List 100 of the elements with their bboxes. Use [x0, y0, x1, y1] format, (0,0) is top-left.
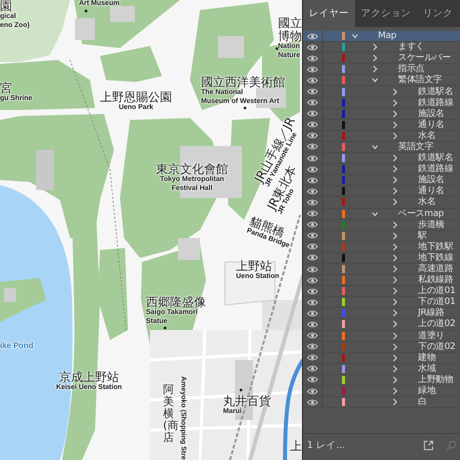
panel-tab[interactable]: アクション [355, 0, 417, 27]
chevron-icon[interactable] [391, 354, 399, 362]
chevron-icon[interactable] [391, 376, 399, 384]
layer-row[interactable]: 通り名 [303, 186, 460, 198]
eye-icon[interactable] [307, 143, 318, 150]
chevron-icon[interactable] [391, 187, 399, 196]
eye-icon[interactable] [307, 54, 318, 62]
eye-icon[interactable] [307, 398, 318, 406]
eye-icon[interactable] [307, 276, 318, 284]
layer-row[interactable]: 歩道橋 [303, 220, 460, 231]
chevron-icon[interactable] [391, 198, 399, 206]
layer-row[interactable]: 建物 [303, 352, 460, 364]
eye-icon[interactable] [307, 110, 318, 118]
eye-icon[interactable] [307, 343, 318, 350]
chevron-icon[interactable] [371, 76, 379, 84]
layer-row[interactable]: 上野動物 [303, 374, 460, 386]
eye-icon[interactable] [307, 99, 318, 106]
chevron-icon[interactable] [371, 54, 379, 62]
chevron-icon[interactable] [391, 120, 399, 129]
chevron-icon[interactable] [391, 110, 399, 118]
layer-row[interactable]: ますく [303, 42, 460, 54]
chevron-icon[interactable] [391, 165, 399, 174]
layer-row[interactable]: ベースmap [303, 208, 460, 220]
chevron-icon[interactable] [391, 387, 399, 396]
layer-row[interactable]: 道塗り [303, 330, 460, 342]
layer-row[interactable]: 施設名 [303, 108, 460, 120]
eye-icon[interactable] [307, 266, 318, 273]
layer-row[interactable]: 駅 [303, 230, 460, 242]
layer-row[interactable]: 高速道路 [303, 264, 460, 276]
layer-row[interactable]: 指示点 [303, 64, 460, 76]
layer-row[interactable]: 施設名 [303, 175, 460, 186]
layer-row[interactable]: 水名 [303, 130, 460, 142]
eye-icon[interactable] [307, 32, 318, 40]
eye-icon[interactable] [307, 88, 318, 96]
chevron-icon[interactable] [391, 232, 399, 240]
chevron-icon[interactable] [391, 265, 399, 274]
chevron-icon[interactable] [391, 176, 399, 184]
layer-row[interactable]: 上の道01 [303, 286, 460, 298]
layer-row[interactable]: 水域 [303, 364, 460, 375]
eye-icon[interactable] [307, 210, 318, 218]
eye-icon[interactable] [307, 254, 318, 262]
eye-icon[interactable] [307, 221, 318, 228]
chevron-icon[interactable] [371, 142, 379, 151]
layer-row[interactable]: 地下鉄線 [303, 252, 460, 264]
eye-icon[interactable] [307, 76, 318, 84]
layer-row[interactable]: 鉄道駅名 [303, 153, 460, 164]
chevron-icon[interactable] [391, 88, 399, 96]
chevron-icon[interactable] [391, 298, 399, 306]
layer-row[interactable]: 鉄道路線 [303, 164, 460, 176]
eye-icon[interactable] [307, 132, 318, 140]
chevron-icon[interactable] [391, 154, 399, 162]
layer-row[interactable]: JR線路 [303, 308, 460, 320]
layer-row[interactable]: 上の道02 [303, 319, 460, 331]
panel-tab[interactable]: リンク [417, 0, 459, 27]
layer-row[interactable]: Map [303, 31, 460, 42]
layer-row[interactable]: 鉄道駅名 [303, 86, 460, 98]
eye-icon[interactable] [307, 243, 318, 250]
chevron-icon[interactable] [391, 332, 399, 340]
chevron-icon[interactable] [391, 254, 399, 262]
eye-icon[interactable] [307, 176, 318, 184]
chevron-icon[interactable] [351, 32, 359, 40]
chevron-icon[interactable] [391, 220, 399, 229]
layer-row[interactable]: 鉄道路線 [303, 98, 460, 109]
eye-icon[interactable] [307, 188, 318, 195]
eye-icon[interactable] [307, 166, 318, 173]
layer-row[interactable]: スケールバー [303, 53, 460, 64]
chevron-icon[interactable] [391, 242, 399, 251]
layer-row[interactable]: 下の道01 [303, 297, 460, 308]
layer-row[interactable]: 私鉄線路 [303, 275, 460, 286]
layer-row[interactable]: 水名 [303, 197, 460, 208]
chevron-icon[interactable] [391, 276, 399, 284]
eye-icon[interactable] [307, 310, 318, 317]
chevron-icon[interactable] [391, 364, 399, 373]
eye-icon[interactable] [307, 354, 318, 362]
chevron-icon[interactable] [371, 210, 379, 218]
chevron-icon[interactable] [391, 398, 399, 406]
eye-icon[interactable] [307, 198, 318, 206]
eye-icon[interactable] [307, 376, 318, 384]
eye-icon[interactable] [307, 332, 318, 340]
eye-icon[interactable] [307, 388, 318, 395]
eye-icon[interactable] [307, 232, 318, 240]
chevron-icon[interactable] [391, 309, 399, 318]
eye-icon[interactable] [307, 66, 318, 73]
chevron-icon[interactable] [371, 65, 379, 74]
eye-icon[interactable] [307, 154, 318, 162]
layer-row[interactable]: 緑地 [303, 386, 460, 398]
chevron-icon[interactable] [371, 43, 379, 52]
layer-row[interactable]: 地下鉄駅 [303, 242, 460, 253]
chevron-icon[interactable] [391, 98, 399, 107]
eye-icon[interactable] [307, 298, 318, 306]
eye-icon[interactable] [307, 320, 318, 328]
eye-icon[interactable] [307, 121, 318, 128]
layer-row[interactable]: 下の道02 [303, 342, 460, 353]
chevron-icon[interactable] [391, 132, 399, 140]
layer-row[interactable]: 通り名 [303, 120, 460, 131]
panel-tab[interactable]: レイヤー [303, 0, 355, 27]
chevron-icon[interactable] [391, 342, 399, 351]
eye-icon[interactable] [307, 44, 318, 51]
export-icon[interactable] [423, 440, 434, 450]
eye-icon[interactable] [307, 365, 318, 372]
